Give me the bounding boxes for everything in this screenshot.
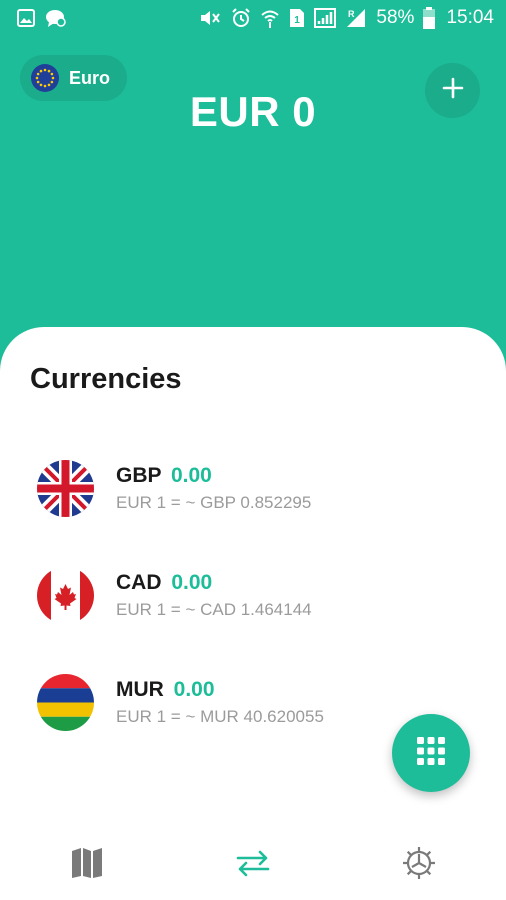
clock: 15:04: [446, 7, 494, 28]
currency-list: GBP 0.00 EUR 1 = ~ GBP 0.852295 CAD 0.00…: [0, 433, 506, 754]
keypad-button[interactable]: [392, 714, 470, 792]
signal-icon: [314, 8, 337, 28]
keypad-icon: [416, 736, 446, 771]
settings-gear-icon: [401, 845, 437, 886]
nav-map-button[interactable]: [65, 843, 109, 887]
header: Euro EUR 0: [0, 36, 506, 336]
currency-code: GBP: [116, 464, 162, 487]
battery-percent: 58%: [376, 7, 415, 28]
wifi-icon: [260, 8, 280, 28]
map-icon: [70, 846, 104, 885]
bottom-nav: [0, 830, 506, 900]
svg-text:R: R: [348, 9, 355, 19]
nav-settings-button[interactable]: [397, 843, 441, 887]
currency-item-gbp[interactable]: GBP 0.00 EUR 1 = ~ GBP 0.852295: [0, 433, 506, 540]
currency-amount: 0.00: [171, 571, 213, 594]
mauritius-flag-icon: [37, 674, 94, 731]
currency-amount: 0.00: [173, 678, 215, 701]
status-right: 1 R 58% 15:04: [198, 7, 494, 29]
battery-icon: [423, 7, 436, 29]
mute-icon: [198, 8, 222, 28]
alarm-icon: [231, 8, 251, 28]
add-currency-button[interactable]: [425, 63, 480, 118]
currency-rate: EUR 1 = ~ GBP 0.852295: [116, 493, 312, 512]
section-title: Currencies: [30, 363, 182, 395]
currencies-card: Currencies GBP 0.00 EUR 1 = ~ GBP 0.8522…: [0, 327, 506, 900]
svg-text:1: 1: [295, 15, 301, 26]
currency-amount: 0.00: [170, 464, 212, 487]
status-left: [16, 8, 67, 28]
nav-exchange-button[interactable]: [231, 843, 275, 887]
currency-title: GBP 0.00: [116, 464, 212, 488]
currency-title: MUR 0.00: [116, 678, 215, 702]
currency-item-cad[interactable]: CAD 0.00 EUR 1 = ~ CAD 1.464144: [0, 540, 506, 647]
status-bar: 1 R 58% 15:04: [0, 0, 506, 36]
currency-code: MUR: [116, 678, 164, 701]
uk-flag-icon: [37, 460, 94, 517]
selected-currency-label: Euro: [69, 67, 111, 88]
chat-bubble-icon: [45, 8, 67, 28]
currency-title: CAD 0.00: [116, 571, 212, 595]
currency-rate: EUR 1 = ~ CAD 1.464144: [116, 600, 312, 619]
canada-flag-icon: [37, 567, 94, 624]
plus-icon: [442, 77, 464, 104]
currency-code: CAD: [116, 571, 162, 594]
currency-rate: EUR 1 = ~ MUR 40.620055: [116, 707, 324, 726]
exchange-arrows-icon: [234, 848, 272, 883]
roaming-signal-icon: R: [345, 8, 367, 28]
gallery-icon: [16, 8, 36, 28]
sim1-icon: 1: [289, 8, 305, 28]
